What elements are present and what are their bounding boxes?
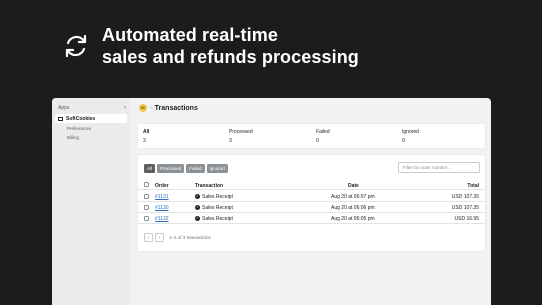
stat-value: 0 <box>316 138 319 144</box>
transactions-card: All Processed Failed Ignored Filter by o… <box>138 155 485 251</box>
check-circle-icon: ✓ <box>195 205 200 210</box>
stat-failed: Failed 0 <box>316 129 330 144</box>
transaction-type-label: Sales Receipt <box>202 204 233 211</box>
stats-summary: All 3 Processed 3 Failed 0 Ignored 0 <box>138 124 485 148</box>
stat-processed: Processed 3 <box>229 129 253 144</box>
sidebar-app-label: SoftCookies <box>66 115 96 122</box>
stat-value: 0 <box>402 138 405 144</box>
sync-icon <box>65 34 87 58</box>
stat-label: All <box>143 129 150 135</box>
order-search-input[interactable]: Filter by order number... <box>398 162 480 173</box>
stat-label: Failed <box>316 129 330 135</box>
transaction-date: Aug 20 at 06:06 pm <box>331 204 375 211</box>
stat-value: 3 <box>229 138 232 144</box>
table-row[interactable]: #1130 ✓ Sales Receipt Aug 20 at 06:06 pm… <box>138 202 485 213</box>
transaction-type: ✓ Sales Receipt <box>195 216 233 222</box>
transaction-date: Aug 20 at 06:07 pm <box>331 193 375 200</box>
pagination-info: 1–3 of 3 transactions <box>169 235 211 240</box>
transaction-type: ✓ Sales Receipt <box>195 194 233 200</box>
sidebar-apps-header[interactable]: Apps › <box>52 103 130 113</box>
check-circle-icon: ✓ <box>195 194 200 199</box>
column-date[interactable]: Date <box>348 183 359 189</box>
sidebar-item-preferences[interactable]: Preferences <box>52 124 130 133</box>
previous-page-button[interactable]: ‹ <box>144 233 153 242</box>
hero-title-line1: Automated real-time <box>102 25 278 45</box>
filter-chips: All Processed Failed Ignored <box>144 164 230 173</box>
filter-chip-all[interactable]: All <box>144 164 156 173</box>
stat-value: 3 <box>143 138 146 144</box>
next-page-button[interactable]: › <box>155 233 164 242</box>
transaction-type-label: Sales Receipt <box>202 215 233 222</box>
table-header: Order Transaction Date Total <box>138 180 485 190</box>
sidebar-item-billing[interactable]: Billing <box>52 133 130 142</box>
row-checkbox[interactable] <box>144 194 149 199</box>
table-row[interactable]: #1132 ✓ Sales Receipt Aug 20 at 06:05 pm… <box>138 213 485 224</box>
transaction-total: USD 16.95 <box>454 215 479 222</box>
select-all-checkbox[interactable] <box>144 182 149 187</box>
stat-ignored: Ignored 0 <box>402 129 419 144</box>
order-link[interactable]: #1132 <box>155 216 169 222</box>
transaction-type-label: Sales Receipt <box>202 193 233 200</box>
app-window: Apps › SoftCookies Preferences Billing S… <box>52 98 491 305</box>
sidebar-apps-label: Apps <box>58 105 70 111</box>
row-checkbox[interactable] <box>144 216 149 221</box>
filter-chip-ignored[interactable]: Ignored <box>206 164 228 173</box>
sidebar-item-app[interactable]: SoftCookies <box>55 114 127 123</box>
chevron-right-icon: › <box>124 105 126 111</box>
hero-title: Automated real-time sales and refunds pr… <box>102 24 359 68</box>
app-icon <box>58 116 63 121</box>
check-circle-icon: ✓ <box>195 216 200 221</box>
column-total[interactable]: Total <box>467 183 479 189</box>
order-link[interactable]: #1131 <box>155 194 169 200</box>
transaction-total: USD 107.35 <box>451 204 479 211</box>
hero-title-line2: sales and refunds processing <box>102 47 359 67</box>
filter-chip-processed[interactable]: Processed <box>157 164 185 173</box>
table-row[interactable]: #1131 ✓ Sales Receipt Aug 20 at 06:07 pm… <box>138 191 485 202</box>
column-order[interactable]: Order <box>155 183 169 189</box>
order-link[interactable]: #1130 <box>155 205 169 211</box>
stat-label: Processed <box>229 129 253 135</box>
row-checkbox[interactable] <box>144 205 149 210</box>
pagination: ‹ › 1–3 of 3 transactions <box>144 233 211 242</box>
page-title: Transactions <box>154 104 198 112</box>
stat-label: Ignored <box>402 129 419 135</box>
transaction-total: USD 107.35 <box>451 193 479 200</box>
app-logo: SC <box>139 104 147 112</box>
transaction-date: Aug 20 at 06:05 pm <box>331 215 375 222</box>
page-header: SC › Transactions <box>130 98 491 118</box>
filter-chip-failed[interactable]: Failed <box>186 164 205 173</box>
breadcrumb-separator: › <box>150 105 152 111</box>
transaction-type: ✓ Sales Receipt <box>195 205 233 211</box>
hero-banner: Automated real-time sales and refunds pr… <box>60 24 359 68</box>
stat-all: All 3 <box>143 129 149 144</box>
column-transaction[interactable]: Transaction <box>195 183 223 189</box>
sidebar: Apps › SoftCookies Preferences Billing <box>52 98 130 305</box>
main-content: SC › Transactions All 3 Processed 3 Fail… <box>130 98 491 305</box>
